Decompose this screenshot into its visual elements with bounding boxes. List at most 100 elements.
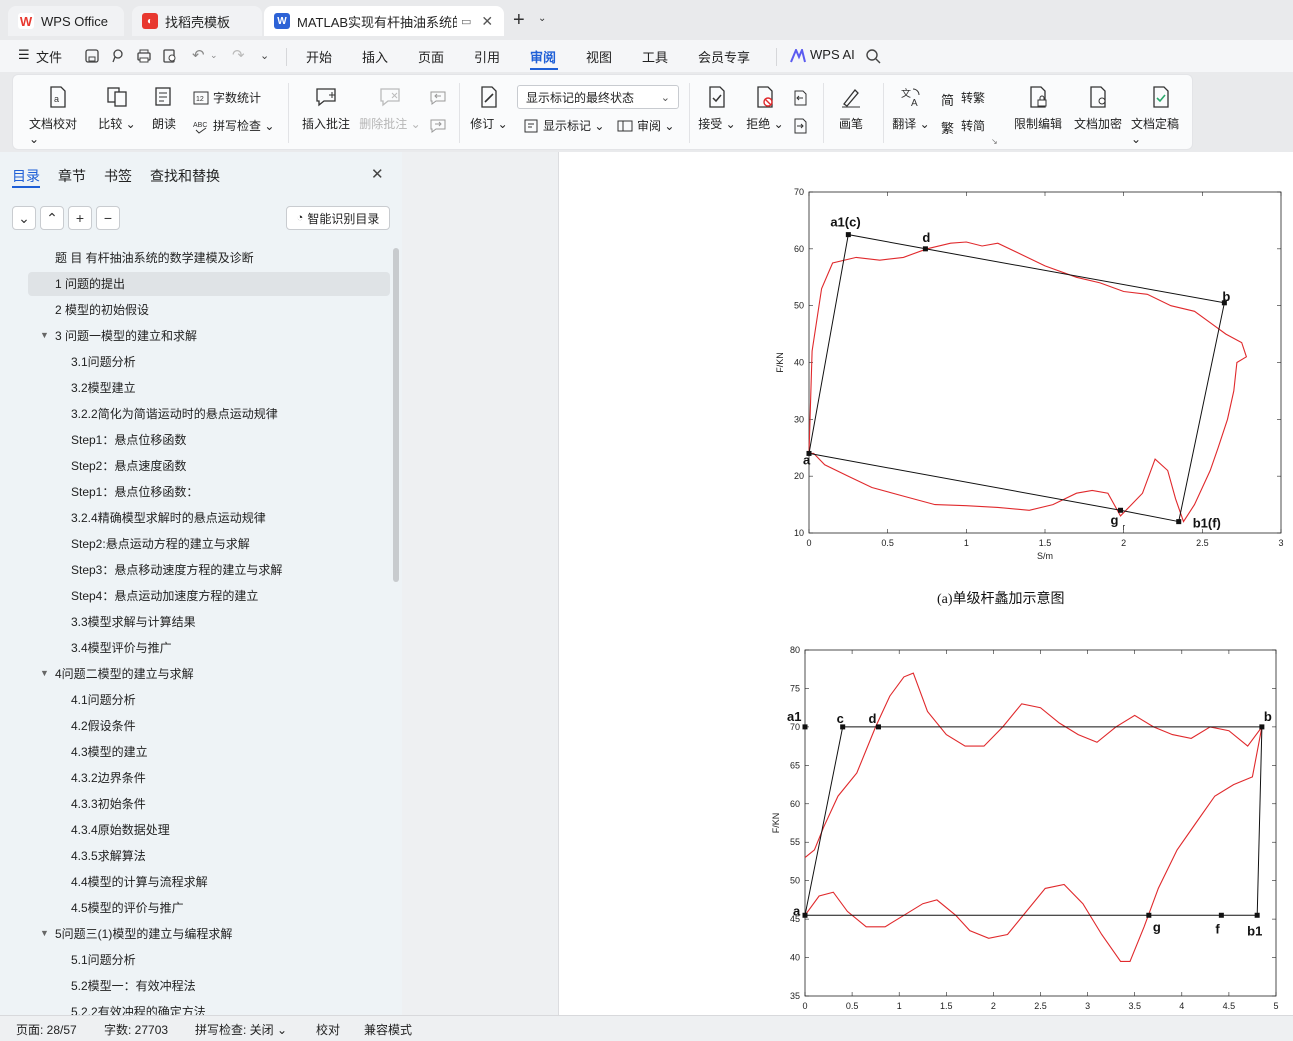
group-expand-icon[interactable]: ↘: [991, 137, 998, 146]
tab-document[interactable]: W MATLAB实现有杆抽油系统的数 ▭ ✕: [264, 6, 504, 36]
toc-item[interactable]: 5.2模型一：有效冲程法: [0, 974, 392, 998]
toc-item[interactable]: 4.4模型的计算与流程求解: [0, 870, 392, 894]
previous-comment-icon[interactable]: [429, 89, 447, 107]
show-markup-button[interactable]: 显示标记 ⌄: [523, 117, 604, 134]
chevron-down-icon[interactable]: ⌄: [538, 13, 546, 24]
menu-member[interactable]: 会员专享: [698, 47, 750, 66]
read-aloud-button[interactable]: 朗读: [149, 75, 179, 132]
compare-button[interactable]: 比较 ⌄: [97, 75, 137, 132]
next-change-icon[interactable]: [791, 117, 809, 135]
collapse-all-button[interactable]: −: [96, 206, 120, 230]
toc-scrollbar[interactable]: [393, 248, 399, 582]
new-tab-icon[interactable]: +: [513, 9, 525, 32]
accept-button[interactable]: 接受 ⌄: [697, 75, 737, 132]
page-indicator[interactable]: 页面: 28/57: [16, 1021, 77, 1038]
search-icon[interactable]: [865, 48, 881, 64]
revise-button[interactable]: 修订 ⌄: [469, 75, 509, 132]
toc-item[interactable]: 5问题三(1)模型的建立与编程求解: [0, 922, 392, 946]
undo-icon[interactable]: ↶: [192, 46, 205, 64]
redo-icon[interactable]: ↷: [232, 46, 245, 64]
toc-item[interactable]: 4.3.4原始数据处理: [0, 818, 392, 842]
next-comment-icon[interactable]: [429, 117, 447, 135]
toc-item[interactable]: 5.2.2有效冲程的确定方法: [0, 1000, 392, 1015]
menu-review[interactable]: 审阅: [530, 47, 556, 66]
toc-item[interactable]: 4.3.3初始条件: [0, 792, 392, 816]
toc-item[interactable]: Step1：悬点位移函数: [0, 428, 392, 452]
spell-check-button[interactable]: ABC 拼写检查 ⌄: [193, 117, 274, 134]
toc-item[interactable]: 4.5模型的评价与推广: [0, 896, 392, 920]
pen-button[interactable]: 画笔: [833, 75, 869, 132]
menu-insert[interactable]: 插入: [362, 47, 388, 66]
word-count-button[interactable]: 12 字数统计: [193, 89, 261, 106]
toc-item[interactable]: Step1：悬点位移函数：: [0, 480, 392, 504]
toc-item[interactable]: 题 目 有杆抽油系统的数学建模及诊断: [0, 246, 392, 270]
doc-check-button[interactable]: a 文档校对 ⌄: [29, 75, 87, 146]
close-tab-icon[interactable]: ✕: [481, 13, 493, 30]
insert-comment-button[interactable]: 插入批注: [299, 75, 353, 132]
toc-item[interactable]: 3 问题一模型的建立和求解: [0, 324, 392, 348]
nav-tab-toc[interactable]: 目录: [12, 166, 40, 186]
toc-item[interactable]: 3.2.4精确模型求解时的悬点运动规律: [0, 506, 392, 530]
print-preview-icon[interactable]: [162, 48, 178, 64]
toc-item[interactable]: 2 模型的初始假设: [0, 298, 392, 322]
encrypt-button[interactable]: 文档加密: [1071, 75, 1125, 132]
tab-template[interactable]: ◐ 找稻壳模板: [132, 6, 262, 36]
print-icon[interactable]: [136, 48, 152, 64]
menu-tools[interactable]: 工具: [642, 47, 668, 66]
toc-item[interactable]: 3.4模型评价与推广: [0, 636, 392, 660]
toc-item[interactable]: 4问题二模型的建立与求解: [0, 662, 392, 686]
finalize-button[interactable]: 文档定稿 ⌄: [1131, 75, 1191, 146]
toc-item[interactable]: 3.2模型建立: [0, 376, 392, 400]
tab-wps-office[interactable]: W WPS Office: [8, 6, 124, 36]
to-simplified-button[interactable]: 繁 转简: [941, 117, 985, 136]
expand-toggle-icon[interactable]: ▼: [40, 668, 49, 678]
nav-tab-find-replace[interactable]: 查找和替换: [150, 166, 220, 186]
toc-item[interactable]: Step2:悬点运动方程的建立与求解: [0, 532, 392, 556]
expand-toggle-icon[interactable]: ▼: [40, 928, 49, 938]
menu-page[interactable]: 页面: [418, 47, 444, 66]
close-pane-icon[interactable]: ✕: [371, 165, 384, 183]
collapse-up-button[interactable]: ⌃: [40, 206, 64, 230]
menu-view[interactable]: 视图: [586, 47, 612, 66]
toc-item[interactable]: 4.3模型的建立: [0, 740, 392, 764]
toc-item[interactable]: Step2：悬点速度函数: [0, 454, 392, 478]
toc-item[interactable]: 4.1问题分析: [0, 688, 392, 712]
smart-toc-button[interactable]: ◔ 智能识别目录: [286, 206, 390, 230]
toc-item[interactable]: Step4：悬点运动加速度方程的建立: [0, 584, 392, 608]
restrict-edit-button[interactable]: 限制编辑: [1011, 75, 1065, 132]
toc-item[interactable]: 4.2假设条件: [0, 714, 392, 738]
save-icon[interactable]: [84, 48, 100, 64]
undo-dropdown-icon[interactable]: ⌄: [210, 50, 218, 61]
more-chevron-icon[interactable]: ⌄: [260, 49, 269, 62]
menu-reference[interactable]: 引用: [474, 47, 500, 66]
expand-toggle-icon[interactable]: ▼: [40, 330, 49, 340]
link-icon[interactable]: [110, 48, 126, 64]
document-page[interactable]: 0 0.5 1 1.5 2 2.5 3 10 20 30 40 50 60 70 F/KN S/m a1(c) d…: [558, 152, 1293, 1015]
wps-ai-icon[interactable]: [790, 49, 806, 63]
toc-item[interactable]: 5.1问题分析: [0, 948, 392, 972]
markup-state-select[interactable]: 显示标记的最终状态 ⌄: [517, 85, 679, 109]
word-count[interactable]: 字数: 27703: [104, 1021, 168, 1038]
toc-item[interactable]: 4.3.2边界条件: [0, 766, 392, 790]
expand-all-button[interactable]: +: [68, 206, 92, 230]
menu-file[interactable]: 文件: [36, 47, 62, 66]
previous-change-icon[interactable]: [791, 89, 809, 107]
to-traditional-button[interactable]: 简 转繁: [941, 89, 985, 108]
reject-button[interactable]: 拒绝 ⌄: [745, 75, 785, 132]
menu-home[interactable]: 开始: [306, 47, 332, 66]
nav-tab-chapters[interactable]: 章节: [58, 166, 86, 186]
delete-comment-button[interactable]: 删除批注 ⌄: [359, 75, 421, 132]
translate-button[interactable]: 文A 翻译 ⌄: [891, 75, 931, 132]
toc-item[interactable]: 1 问题的提出: [28, 272, 390, 296]
nav-tab-bookmarks[interactable]: 书签: [104, 166, 132, 186]
menu-wps-ai[interactable]: WPS AI: [810, 47, 855, 62]
spell-status[interactable]: 拼写检查: 关闭 ⌄: [195, 1021, 287, 1038]
toc-item[interactable]: Step3：悬点移动速度方程的建立与求解: [0, 558, 392, 582]
review-pane-button[interactable]: 审阅 ⌄: [617, 117, 674, 134]
toc-item[interactable]: 3.1问题分析: [0, 350, 392, 374]
collapse-down-button[interactable]: ⌄: [12, 206, 36, 230]
toc-item[interactable]: 3.3模型求解与计算结果: [0, 610, 392, 634]
menu-icon[interactable]: ☰: [18, 47, 30, 63]
proof-status[interactable]: 校对: [316, 1021, 340, 1038]
toc-item[interactable]: 3.2.2简化为简谐运动时的悬点运动规律: [0, 402, 392, 426]
